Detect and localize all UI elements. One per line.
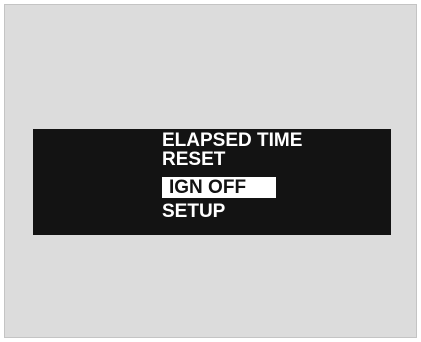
- menu-item-elapsed-time[interactable]: ELAPSED TIME: [162, 131, 302, 150]
- settings-menu: ELAPSED TIME RESET IGN OFF SETUP: [162, 131, 302, 221]
- menu-item-ign-off-selected[interactable]: IGN OFF: [162, 177, 277, 198]
- menu-item-setup[interactable]: SETUP: [162, 202, 302, 221]
- screen-frame: ELAPSED TIME RESET IGN OFF SETUP: [4, 4, 417, 338]
- info-display: ELAPSED TIME RESET IGN OFF SETUP: [33, 129, 391, 235]
- menu-item-reset[interactable]: RESET: [162, 150, 302, 169]
